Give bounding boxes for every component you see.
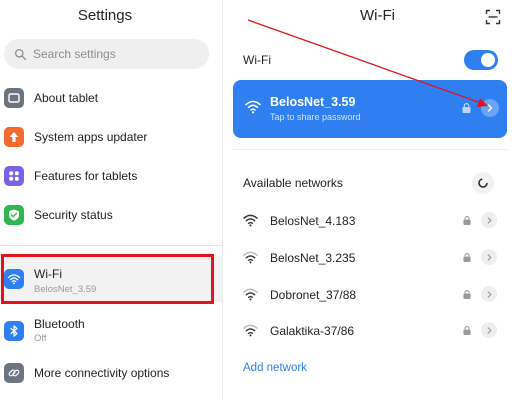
- network-ssid: Galaktika-37/86: [270, 324, 355, 338]
- sidebar-item-system-apps-updater[interactable]: System apps updater: [0, 118, 222, 156]
- sidebar-item-label: System apps updater: [34, 130, 148, 144]
- sidebar-item-label: Features for tablets: [34, 169, 138, 183]
- network-details-button[interactable]: [481, 286, 497, 302]
- network-row[interactable]: BelosNet_3.235: [233, 243, 507, 273]
- sidebar-item-features-for-tablets[interactable]: Features for tablets: [0, 157, 222, 195]
- wifi-page-title: Wi-Fi: [360, 7, 395, 24]
- shield-check-icon: [4, 205, 24, 225]
- wifi-icon: [4, 269, 24, 289]
- link-icon: [4, 363, 24, 383]
- available-networks-label: Available networks: [243, 176, 343, 190]
- apps-grid-icon: [4, 166, 24, 186]
- lock-icon: [463, 253, 471, 262]
- connected-network-card[interactable]: BelosNet_3.59 Tap to share password: [233, 80, 507, 138]
- sidebar-item-label: Wi-Fi: [34, 267, 62, 281]
- connected-subtitle: Tap to share password: [270, 112, 361, 122]
- lock-icon: [463, 290, 471, 299]
- sidebar-item-about-tablet[interactable]: About tablet: [0, 79, 222, 117]
- tablet-icon: [4, 88, 24, 108]
- sidebar-item-security-status[interactable]: Security status: [0, 196, 222, 234]
- refresh-icon: [478, 178, 488, 188]
- network-details-button[interactable]: [481, 322, 497, 338]
- sidebar-divider: [0, 245, 222, 246]
- network-details-button[interactable]: [481, 212, 497, 228]
- search-bar[interactable]: [4, 39, 209, 69]
- chevron-right-icon: [487, 326, 491, 334]
- refresh-button[interactable]: [472, 172, 494, 194]
- network-details-button[interactable]: [481, 249, 497, 265]
- sidebar-item-label: More connectivity options: [34, 366, 170, 380]
- sidebar-item-wifi[interactable]: Wi-Fi BelosNet_3.59: [0, 256, 222, 302]
- settings-sidebar: Settings About tablet System apps update…: [0, 0, 222, 400]
- sidebar-item-label: About tablet: [34, 91, 99, 105]
- qr-scan-icon[interactable]: [485, 9, 501, 25]
- sidebar-item-label: Security status: [34, 208, 113, 222]
- sidebar-item-sublabel: Off: [34, 333, 47, 344]
- add-network-link[interactable]: Add network: [243, 362, 307, 374]
- network-ssid: Dobronet_37/88: [270, 288, 357, 302]
- wifi-signal-icon: [243, 288, 258, 301]
- network-row[interactable]: Dobronet_37/88: [233, 280, 507, 310]
- wifi-signal-icon: [243, 251, 258, 264]
- section-divider: [233, 149, 507, 150]
- toggle-knob: [481, 53, 495, 67]
- bluetooth-icon: [4, 321, 24, 341]
- network-details-button[interactable]: [481, 99, 499, 117]
- chevron-right-icon: [487, 104, 493, 112]
- network-ssid: BelosNet_4.183: [270, 214, 356, 228]
- settings-title: Settings: [77, 7, 133, 24]
- connected-ssid: BelosNet_3.59: [270, 95, 356, 109]
- lock-icon: [462, 103, 471, 113]
- chevron-right-icon: [487, 290, 491, 298]
- chevron-right-icon: [487, 216, 491, 224]
- lock-icon: [463, 326, 471, 335]
- wifi-signal-icon: [243, 324, 258, 337]
- sidebar-item-bluetooth[interactable]: Bluetooth Off: [0, 311, 222, 351]
- wifi-signal-icon: [243, 214, 258, 227]
- network-row[interactable]: Galaktika-37/86: [233, 316, 507, 346]
- lock-icon: [463, 216, 471, 225]
- network-ssid: BelosNet_3.235: [270, 251, 356, 265]
- wifi-pane: Wi-Fi Wi-Fi BelosNet_3.59 Tap to share p…: [223, 0, 512, 400]
- wifi-toggle[interactable]: [464, 50, 498, 70]
- search-input[interactable]: [33, 47, 193, 61]
- network-row[interactable]: BelosNet_4.183: [233, 206, 507, 236]
- sidebar-item-label: Bluetooth: [34, 317, 85, 331]
- search-icon: [14, 48, 27, 60]
- sidebar-item-sublabel: BelosNet_3.59: [34, 284, 97, 295]
- chevron-right-icon: [487, 253, 491, 261]
- sidebar-item-more-connectivity[interactable]: More connectivity options: [0, 354, 222, 392]
- wifi-toggle-label: Wi-Fi: [243, 53, 271, 67]
- wifi-signal-icon: [245, 100, 261, 114]
- arrow-up-icon: [4, 127, 24, 147]
